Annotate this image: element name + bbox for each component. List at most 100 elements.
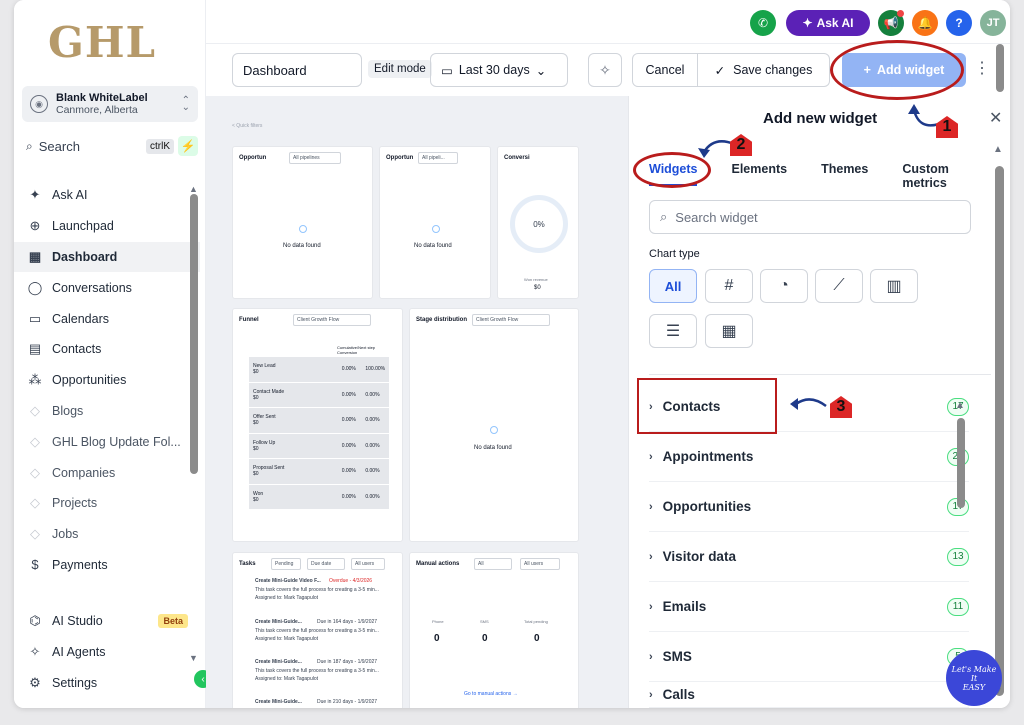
scroll-up-arrow-icon[interactable]: ▲ — [993, 144, 1003, 155]
category-opportunities[interactable]: ›Opportunities17 — [649, 482, 969, 532]
phone-button[interactable]: ✆ — [750, 10, 776, 36]
count-badge: 11 — [947, 597, 969, 616]
help-button[interactable]: ? — [946, 10, 972, 36]
conversions-widget[interactable]: Conversi 0% Won revenue $0 — [497, 146, 579, 299]
task-title[interactable]: Create Mini-Guide Video F... — [255, 578, 321, 584]
announcements-button[interactable]: 📢 — [878, 10, 904, 36]
list-scrollbar[interactable] — [957, 418, 965, 508]
opportunities-widget-2[interactable]: Opportun All pipeli... No data found — [379, 146, 491, 299]
widget-search-input[interactable]: ⌕ Search widget — [649, 200, 971, 234]
ask-ai-button[interactable]: ✦ Ask AI — [786, 10, 870, 36]
sidebar-item-contacts[interactable]: ▤ Contacts — [14, 334, 200, 365]
sidebar-item-projects[interactable]: ◇ Projects — [14, 488, 200, 519]
sidebar-item-ai-studio[interactable]: ⌬ AI Studio Beta — [14, 606, 200, 637]
tab-themes[interactable]: Themes — [821, 162, 868, 190]
pipeline-select[interactable]: All pipeli... — [418, 152, 458, 164]
sidebar-item-jobs[interactable]: ◇ Jobs — [14, 519, 200, 550]
table-icon[interactable]: ▦ — [705, 314, 753, 348]
sidebar-scrollbar[interactable] — [190, 194, 198, 474]
tab-custom-metrics[interactable]: Custom metrics — [902, 162, 976, 190]
user-avatar[interactable]: JT — [980, 10, 1006, 36]
location-icon: ◉ — [30, 95, 48, 113]
quick-filters-link[interactable]: < Quick filters — [232, 123, 262, 129]
panel-scrollbar[interactable] — [995, 166, 1004, 696]
pipeline-select[interactable]: Client Growth Flow — [293, 314, 371, 326]
chevron-right-icon: › — [649, 688, 653, 701]
pie-chart-icon[interactable]: ◔ — [760, 269, 808, 303]
sidebar-item-launchpad[interactable]: ⊕ Launchpad — [14, 211, 200, 242]
chart-type-all-button[interactable]: All — [649, 269, 697, 303]
users-select[interactable]: All users — [520, 558, 560, 570]
opportunities-widget-1[interactable]: Opportun All pipelines No data found — [232, 146, 373, 299]
toolbar-scrollbar[interactable] — [996, 44, 1004, 92]
search-icon: ⌕ — [26, 138, 33, 153]
notifications-button[interactable]: 🔔 — [912, 10, 938, 36]
search-icon: ⌕ — [660, 209, 668, 224]
scroll-up-arrow-icon[interactable]: ▲ — [955, 400, 965, 411]
pipeline-select[interactable]: All pipelines — [289, 152, 341, 164]
no-data-text: No data found — [283, 243, 321, 249]
pipeline-select[interactable]: Client Growth Flow — [472, 314, 550, 326]
sidebar-item-calendars[interactable]: ▭ Calendars — [14, 303, 200, 334]
sidebar-item-dashboard[interactable]: ▦ Dashboard — [14, 241, 200, 273]
bar-chart-icon[interactable]: ▥ — [870, 269, 918, 303]
dashboard-canvas: < Quick filters Opportun All pipelines N… — [206, 96, 628, 708]
save-changes-button[interactable]: ✓ Save changes — [698, 53, 830, 87]
sidebar-item-opportunities[interactable]: ⁂ Opportunities — [14, 365, 200, 396]
sparkle-icon: ✦ — [802, 16, 813, 30]
users-select[interactable]: All users — [351, 558, 385, 570]
task-status-select[interactable]: Pending — [271, 558, 301, 570]
horizontal-bar-icon[interactable]: ☰ — [649, 314, 697, 348]
account-switcher[interactable]: ◉ Blank WhiteLabel Canmore, Alberta ⌃ ⌄ — [22, 86, 198, 122]
cancel-button[interactable]: Cancel — [632, 53, 698, 87]
task-assignee: Assigned to: Mark Tagapulot — [255, 595, 319, 601]
sidebar-item-settings[interactable]: ⚙ Settings — [14, 668, 200, 699]
number-icon[interactable]: # — [705, 269, 753, 303]
category-sms[interactable]: ›SMS5 — [649, 632, 969, 682]
more-options-icon[interactable]: ⋮ — [974, 58, 990, 78]
category-emails[interactable]: › Emails 11 — [649, 582, 969, 632]
widget-title: Conversi — [504, 155, 530, 161]
due-date-select[interactable]: Due date — [307, 558, 345, 570]
task-assignee: Assigned to: Mark Tagapulot — [255, 636, 319, 642]
dashboard-name-input[interactable]: Dashboard — [232, 53, 362, 87]
annotation-box — [637, 378, 777, 434]
sidebar-item-ask-ai[interactable]: ✦ Ask AI — [14, 180, 200, 211]
category-appointments[interactable]: ›Appointments27 — [649, 432, 969, 482]
date-range-select[interactable]: ▭ Last 30 days ⌄ — [430, 53, 568, 87]
magic-wand-button[interactable]: ✧ — [588, 53, 622, 87]
action-type-select[interactable]: All — [474, 558, 512, 570]
line-chart-icon[interactable]: ⟋ — [815, 269, 863, 303]
sidebar-item-blogs[interactable]: ◇ Blogs — [14, 396, 200, 427]
stage-distribution-widget[interactable]: Stage distribution Client Growth Flow No… — [409, 308, 579, 542]
manual-actions-widget[interactable]: Manual actions All All users Phone SMS T… — [409, 552, 579, 708]
check-icon: ✓ — [714, 63, 726, 78]
task-title[interactable]: Create Mini-Guide... — [255, 699, 302, 705]
task-title[interactable]: Create Mini-Guide... — [255, 619, 302, 625]
total-pending-value: 0 — [534, 633, 540, 644]
sidebar-item-payments[interactable]: $ Payments — [14, 550, 200, 581]
quick-action-bolt-icon[interactable]: ⚡ — [178, 136, 198, 156]
tasks-widget[interactable]: Tasks Pending Due date All users Create … — [232, 552, 403, 708]
tab-elements[interactable]: Elements — [732, 162, 788, 190]
manual-actions-link[interactable]: Go to manual actions → — [464, 691, 518, 697]
sidebar-item-companies[interactable]: ◇ Companies — [14, 457, 200, 488]
category-calls[interactable]: › Calls — [649, 682, 969, 708]
task-title[interactable]: Create Mini-Guide... — [255, 659, 302, 665]
scroll-up-arrow-icon[interactable]: ▲ — [189, 184, 198, 194]
funnel-widget[interactable]: Funnel Client Growth Flow Cumulative/Nex… — [232, 308, 403, 542]
category-visitor-data[interactable]: › Visitor data 13 — [649, 532, 969, 582]
chat-icon: ◯ — [27, 279, 43, 295]
sidebar-search[interactable]: ⌕ Search ctrlK — [22, 134, 174, 158]
won-revenue-label: Won revenue — [524, 277, 548, 282]
task-due: Due in 187 days - 1/9/2027 — [317, 659, 378, 665]
bell-icon: 🔔 — [917, 16, 933, 30]
sidebar-item-ai-agents[interactable]: ✧ AI Agents — [14, 637, 200, 668]
sidebar-nav: ✦ Ask AI ⊕ Launchpad ▦ Dashboard ◯ Conversat… — [14, 180, 200, 580]
add-widget-button[interactable]: + Add widget — [842, 53, 966, 87]
close-icon[interactable]: ✕ — [989, 108, 1002, 128]
widget-title: Manual actions — [416, 561, 460, 567]
sidebar-item-blog-update[interactable]: ◇ GHL Blog Update Fol... — [14, 426, 200, 457]
sidebar-item-conversations[interactable]: ◯ Conversations — [14, 272, 200, 303]
scroll-down-arrow-icon[interactable]: ▼ — [189, 653, 198, 663]
